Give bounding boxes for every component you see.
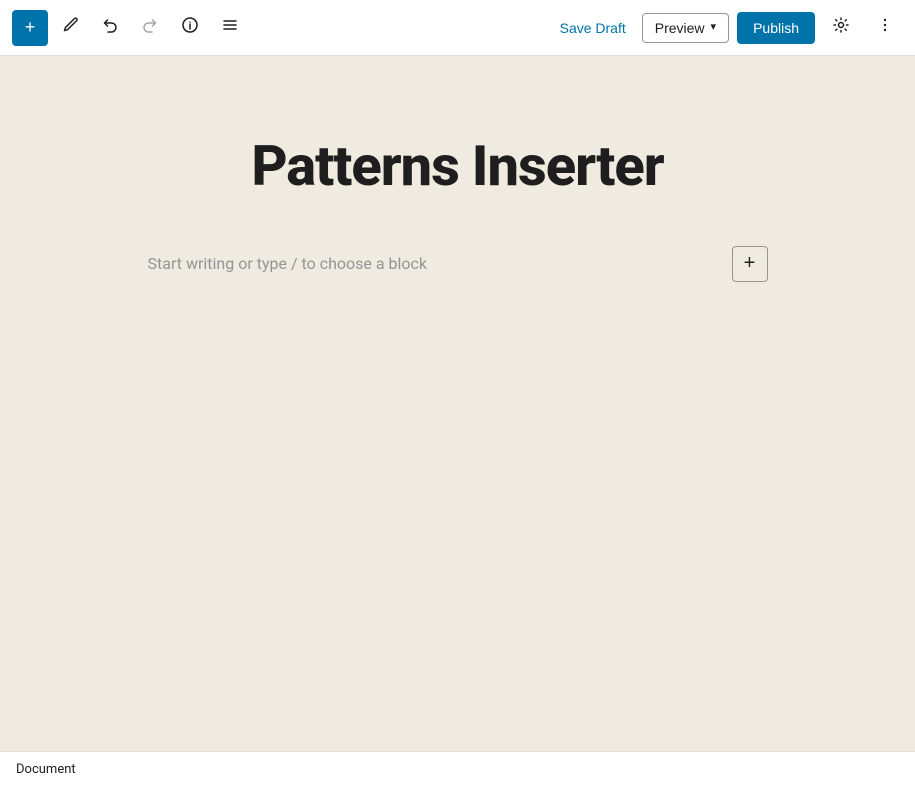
- more-icon: [876, 16, 894, 39]
- info-icon: [181, 16, 199, 39]
- publish-button[interactable]: Publish: [737, 12, 815, 44]
- preview-button[interactable]: Preview ▾: [642, 13, 729, 43]
- editor-area: Patterns Inserter Start writing or type …: [0, 56, 915, 751]
- toolbar-left: +: [12, 10, 548, 46]
- chevron-down-icon: ▾: [711, 22, 717, 33]
- info-button[interactable]: [172, 10, 208, 46]
- list-view-button[interactable]: [212, 10, 248, 46]
- block-placeholder[interactable]: Start writing or type / to choose a bloc…: [148, 254, 720, 273]
- undo-button[interactable]: [92, 10, 128, 46]
- toolbar: +: [0, 0, 915, 56]
- list-icon: [221, 16, 239, 39]
- add-block-inline-button[interactable]: +: [732, 246, 768, 282]
- settings-button[interactable]: [823, 10, 859, 46]
- undo-icon: [101, 16, 119, 39]
- save-draft-button[interactable]: Save Draft: [552, 14, 634, 42]
- add-block-toolbar-button[interactable]: +: [12, 10, 48, 46]
- block-placeholder-row: Start writing or type / to choose a bloc…: [148, 246, 768, 282]
- gear-icon: [832, 16, 850, 39]
- edit-mode-button[interactable]: [52, 10, 88, 46]
- page-title: Patterns Inserter: [251, 136, 663, 198]
- preview-label: Preview: [655, 20, 705, 36]
- plus-icon: +: [25, 17, 36, 38]
- edit-icon: [61, 16, 79, 39]
- more-options-button[interactable]: [867, 10, 903, 46]
- document-label[interactable]: Document: [16, 762, 76, 777]
- redo-icon: [141, 16, 159, 39]
- bottom-bar: Document: [0, 751, 915, 787]
- plus-inline-icon: +: [744, 252, 756, 275]
- redo-button[interactable]: [132, 10, 168, 46]
- toolbar-right: Save Draft Preview ▾ Publish: [552, 10, 903, 46]
